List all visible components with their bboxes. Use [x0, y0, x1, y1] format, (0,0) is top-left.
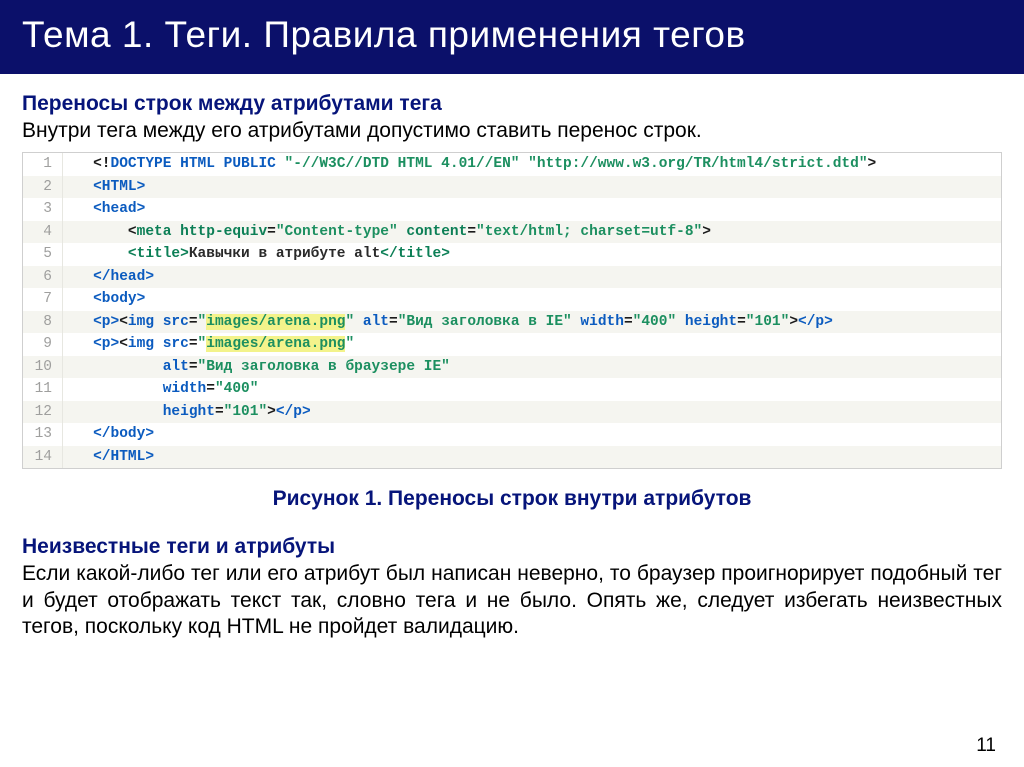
figure-caption: Рисунок 1. Переносы строк внутри атрибут…	[22, 487, 1002, 511]
code-block: 1 <!DOCTYPE HTML PUBLIC "-//W3C//DTD HTM…	[22, 152, 1002, 469]
line-number: 2	[23, 176, 63, 199]
line-number: 13	[23, 423, 63, 446]
code-line: <meta http-equiv="Content-type" content=…	[63, 221, 1001, 244]
line-number: 7	[23, 288, 63, 311]
section1-text: Внутри тега между его атрибутами допусти…	[22, 118, 1002, 144]
code-line: <body>	[63, 288, 1001, 311]
code-line: <p><img src="images/arena.png" alt="Вид …	[63, 311, 1001, 334]
line-number: 10	[23, 356, 63, 379]
section2-text: Если какой-либо тег или его атрибут был …	[22, 561, 1002, 640]
line-number: 11	[23, 378, 63, 401]
code-line: </head>	[63, 266, 1001, 289]
line-number: 14	[23, 446, 63, 469]
line-number: 4	[23, 221, 63, 244]
code-line: height="101"></p>	[63, 401, 1001, 424]
line-number: 12	[23, 401, 63, 424]
line-number: 8	[23, 311, 63, 334]
section2-heading: Неизвестные теги и атрибуты	[22, 535, 1002, 559]
code-line: </HTML>	[63, 446, 1001, 469]
page-number: 11	[976, 735, 996, 757]
slide-title: Тема 1. Теги. Правила применения тегов	[0, 0, 1024, 74]
code-line: </body>	[63, 423, 1001, 446]
slide-body: Переносы строк между атрибутами тега Вну…	[0, 74, 1024, 640]
code-line: width="400"	[63, 378, 1001, 401]
code-line: <!DOCTYPE HTML PUBLIC "-//W3C//DTD HTML …	[63, 153, 1001, 176]
code-line: <title>Кавычки в атрибуте alt</title>	[63, 243, 1001, 266]
code-line: alt="Вид заголовка в браузере IE"	[63, 356, 1001, 379]
code-line: <head>	[63, 198, 1001, 221]
code-line: <p><img src="images/arena.png"	[63, 333, 1001, 356]
line-number: 9	[23, 333, 63, 356]
line-number: 6	[23, 266, 63, 289]
section1-heading: Переносы строк между атрибутами тега	[22, 92, 1002, 116]
line-number: 3	[23, 198, 63, 221]
code-line: <HTML>	[63, 176, 1001, 199]
line-number: 5	[23, 243, 63, 266]
line-number: 1	[23, 153, 63, 176]
